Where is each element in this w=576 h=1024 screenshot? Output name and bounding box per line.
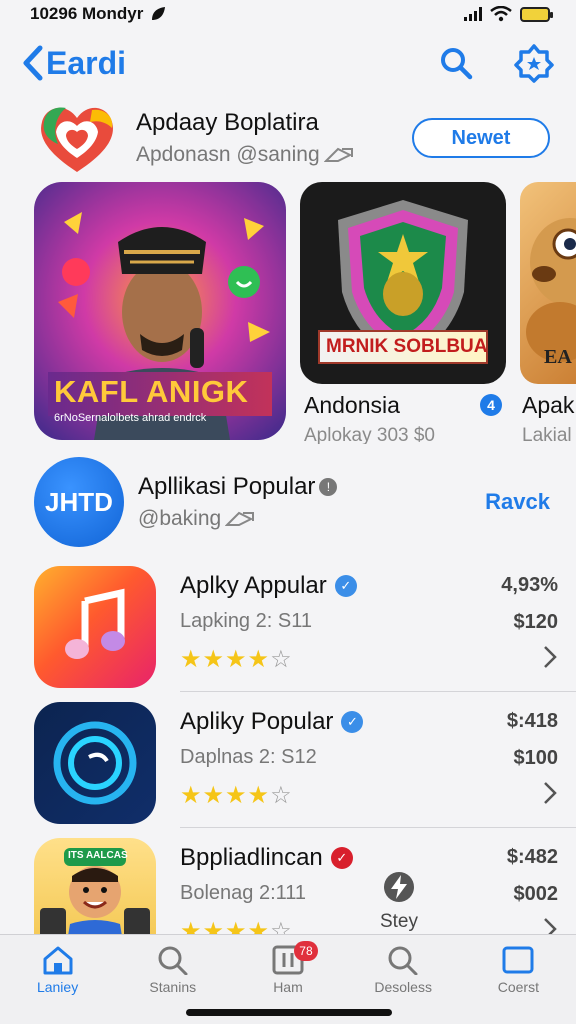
caption-subtitle: Aplokay 303 $0 — [304, 425, 435, 444]
circle-app-icon — [34, 702, 156, 824]
caption-title: Apak — [522, 392, 575, 418]
section-subtitle: @baking — [138, 507, 222, 530]
search-icon[interactable] — [438, 45, 474, 81]
list-item-meta: $:482 $002 — [438, 846, 558, 906]
star-rating: ★★★★☆ — [180, 782, 293, 809]
nav-icons — [438, 43, 554, 83]
nav-bar: Eardi — [0, 38, 576, 88]
carousel-caption-shield: Andonsia 4 Aplokay 303 $0 — [304, 392, 504, 444]
list-item-rating: $:418 — [506, 710, 558, 732]
search-icon — [388, 946, 418, 975]
new-button[interactable]: Newet — [412, 118, 550, 158]
cartoon-banner-text: ITS AALCAS — [68, 850, 128, 861]
verified-icon: ✓ — [330, 847, 353, 869]
wifi-icon — [490, 6, 512, 22]
list-item-meta: 4,93% $120 — [438, 574, 558, 634]
tab-label: Desoless — [374, 979, 432, 995]
app-list: Aplky Appular ✓ Lapking 2: S11 ★★★★☆ 4,9… — [0, 556, 576, 964]
chevron-left-icon — [23, 45, 43, 81]
featured-subtitle: Apdonasn @saning — [136, 143, 320, 166]
squirrel-art-title: EA — [544, 346, 572, 368]
ring-logo-icon — [53, 721, 137, 805]
caption-title: Andonsia — [304, 392, 400, 418]
carousel-card-squirrel[interactable]: EA — [520, 182, 576, 384]
tab-home[interactable]: Laniey — [8, 945, 108, 1024]
verified-icon: ✓ — [334, 575, 357, 597]
featured-text: Apdaay Boplatira Apdonasn @saning — [136, 109, 412, 167]
section-text: Apllikasi Popular ! @baking — [138, 473, 485, 531]
square-icon — [502, 946, 534, 974]
featured-art-subtitle: 6rNoSernalolbets ahrad endrck — [54, 412, 207, 424]
tab-coerst[interactable]: Coerst — [468, 945, 568, 1024]
tab-label: Stanins — [149, 979, 197, 995]
home-icon — [43, 946, 73, 975]
home-indicator — [186, 1009, 392, 1016]
info-icon[interactable]: ! — [319, 478, 338, 496]
featured-art-title: KAFL ANIGK — [54, 374, 249, 409]
list-item-rating: 4,93% — [501, 574, 558, 596]
chevron-right-icon[interactable] — [542, 644, 558, 670]
music-app-icon — [34, 566, 156, 688]
battery-icon — [520, 6, 553, 22]
search-icon — [158, 946, 188, 975]
share-arrow-icon — [225, 511, 255, 526]
app-logo-heart-icon — [41, 107, 113, 172]
back-button[interactable]: Eardi — [22, 45, 126, 82]
caption-subtitle: Lakial — [522, 425, 572, 444]
featured-subtitle-row: Apdonasn @saning — [136, 143, 412, 167]
list-item-price: $002 — [513, 883, 559, 905]
list-item-rating: $:482 — [506, 846, 558, 868]
featured-title: Apdaay Boplatira — [136, 109, 319, 136]
chevron-right-icon[interactable] — [542, 780, 558, 806]
star-rating: ★★★★☆ — [180, 646, 293, 673]
status-right — [464, 6, 553, 22]
carousel-caption-squirrel: Apak Lakial — [522, 392, 576, 444]
section-title: Apllikasi Popular — [138, 473, 316, 500]
verified-icon: ✓ — [341, 711, 364, 733]
status-bar: 10296 Mondyr — [0, 0, 576, 28]
list-item-title: Aplky Appular — [180, 572, 327, 599]
share-arrow-icon — [323, 147, 353, 162]
stay-label: Stey — [379, 911, 419, 932]
section-logo: JHTD — [34, 457, 124, 547]
shield-art-title: MRNIK SOBLBUA — [326, 336, 488, 357]
nav-title: Eardi — [46, 44, 127, 81]
list-item-title: Bppliadlincan — [180, 844, 323, 871]
carousel-card-shield[interactable]: MRNIK SOBLBUA — [300, 182, 506, 384]
music-note-icon — [65, 588, 125, 659]
section-subtitle-row: @baking — [138, 507, 485, 531]
section-link[interactable]: Ravck — [485, 489, 550, 515]
list-item[interactable]: Apliky Popular ✓ Daplnas 2: S12 ★★★★☆ $:… — [0, 692, 576, 828]
list-item-price: $100 — [513, 747, 559, 769]
status-left: 10296 Mondyr — [30, 4, 167, 24]
section-header: JHTD Apllikasi Popular ! @baking Ravck — [0, 456, 576, 548]
status-time: 10296 Mondyr — [30, 4, 144, 23]
featured-header: Apdaay Boplatira Apdonasn @saning Newet — [0, 100, 576, 176]
featured-carousel[interactable]: KAFL ANIGK 6rNoSernalolbets ahrad endrck… — [34, 182, 576, 444]
list-item-price: $120 — [513, 611, 559, 633]
list-item-meta: $:418 $100 — [438, 710, 558, 770]
tab-label: Laniey — [36, 979, 79, 995]
notification-badge: 78 — [293, 941, 318, 961]
section-title-row: Apllikasi Popular ! — [138, 473, 485, 501]
tab-label: Ham — [273, 979, 303, 995]
signal-icon — [464, 7, 482, 21]
list-item[interactable]: Aplky Appular ✓ Lapking 2: S11 ★★★★☆ 4,9… — [0, 556, 576, 692]
lightning-icon — [384, 872, 414, 902]
tab-label: Coerst — [497, 979, 539, 995]
stay-badge[interactable]: Stey — [374, 870, 424, 933]
leaf-icon — [152, 7, 166, 20]
gear-icon[interactable] — [514, 43, 554, 83]
caption-badge: 4 — [480, 394, 502, 416]
list-item-title: Apliky Popular — [180, 708, 334, 735]
carousel-card-featured[interactable]: KAFL ANIGK 6rNoSernalolbets ahrad endrck — [34, 182, 286, 440]
